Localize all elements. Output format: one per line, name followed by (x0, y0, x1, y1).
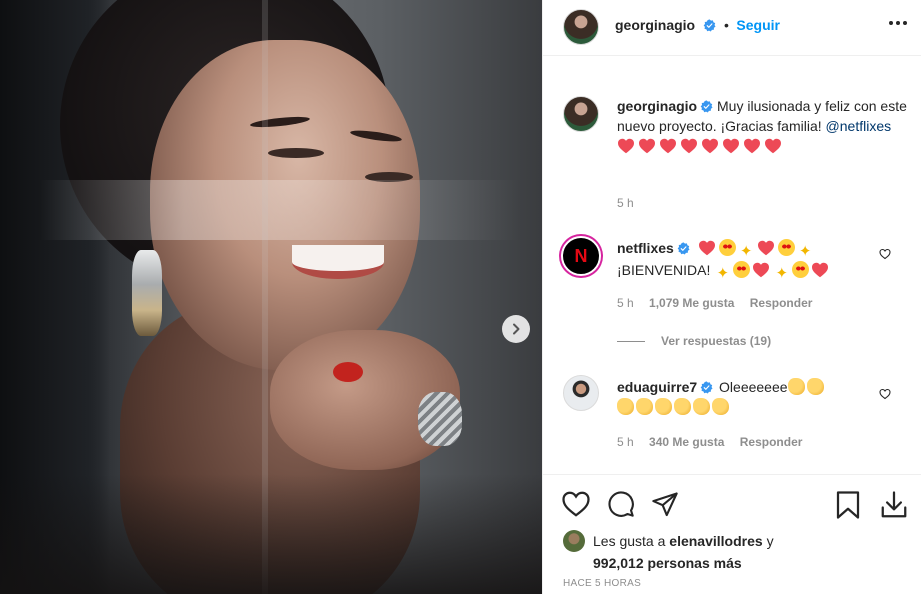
comment-icon[interactable] (607, 490, 635, 518)
photo-ring (418, 392, 462, 446)
eduaguirre-avatar[interactable] (563, 375, 599, 411)
emoji-clap-icon (655, 398, 672, 415)
caption-avatar[interactable] (563, 96, 599, 132)
emoji-heart-icon (698, 240, 719, 256)
emoji-clap-icon (712, 398, 729, 415)
emoji-clap-icon (617, 398, 634, 415)
liker-username[interactable]: elenavillodres (669, 533, 762, 549)
like-comment-heart-icon[interactable] (879, 388, 891, 400)
photo-eye-left (268, 148, 324, 158)
photo-bottom-shade (0, 474, 542, 594)
caption: georginagio Muy ilusionada y feliz con e… (617, 96, 907, 156)
emoji-clap-icon (787, 378, 805, 395)
emoji-heart-eyes-icon (777, 239, 795, 256)
reply-button[interactable]: Responder (740, 435, 803, 449)
comment-time: 5 h (617, 435, 634, 449)
emoji-sparkles-icon: ✦ (716, 265, 730, 282)
comment-likes[interactable]: 1,079 Me gusta (649, 296, 734, 310)
netflix-avatar[interactable]: N (561, 236, 601, 276)
emoji-heart-icon (681, 138, 697, 154)
emoji-heart-icon (660, 138, 676, 154)
caption-time: 5 h (617, 196, 634, 210)
caption-mention[interactable]: @netflixes (826, 118, 892, 134)
view-replies-button[interactable]: Ver respuestas (19) (617, 334, 771, 348)
comment-meta: 5 h 340 Me gusta Responder (617, 435, 802, 449)
emoji-heart-eyes-icon (733, 261, 751, 278)
emoji-heart-icon (639, 138, 655, 154)
more-options-icon[interactable] (888, 20, 908, 26)
likes-count[interactable]: 992,012 personas más (593, 555, 742, 571)
emoji-heart-icon (811, 262, 832, 278)
post-sidebar: georginagio • Seguir georginagio Muy ilu… (542, 0, 921, 594)
verified-badge-icon (703, 19, 716, 32)
likes-summary: Les gusta a elenavillodres y 992,012 per… (593, 530, 774, 574)
emoji-clap-icon (693, 398, 710, 415)
view-replies-label: Ver respuestas (19) (661, 334, 772, 348)
comment-username[interactable]: netflixes (617, 240, 674, 256)
likes-prefix: Les gusta a (593, 533, 666, 549)
emoji-heart-icon (744, 138, 760, 154)
author-line: georginagio • Seguir (615, 17, 780, 35)
follow-button[interactable]: Seguir (736, 17, 780, 33)
verified-badge-icon (700, 100, 713, 113)
comment-text: ¡BIENVENIDA! (617, 262, 711, 278)
comment-time: 5 h (617, 296, 634, 310)
bookmark-icon[interactable] (835, 490, 861, 520)
like-comment-heart-icon[interactable] (879, 248, 891, 260)
verified-badge-icon (677, 242, 690, 255)
likes-and: y (766, 533, 774, 549)
comment-username[interactable]: eduaguirre7 (617, 379, 697, 395)
comment-text: Oleeeeeee (719, 379, 788, 395)
share-icon[interactable] (651, 490, 679, 518)
emoji-heart-icon (765, 138, 781, 154)
emoji-clap-icon (806, 378, 824, 395)
caption-username[interactable]: georginagio (617, 98, 697, 114)
like-heart-icon[interactable] (561, 490, 591, 518)
photo-earring (132, 250, 162, 336)
photo-nail (333, 362, 363, 382)
next-photo-button[interactable] (502, 315, 530, 343)
liker-avatar[interactable] (563, 530, 585, 552)
header-dot: • (724, 17, 729, 33)
emoji-sparkles-icon: ✦ (798, 243, 812, 260)
post-timestamp: HACE 5 HORAS (563, 578, 642, 589)
download-icon[interactable] (879, 490, 909, 520)
emoji-heart-eyes-icon (718, 239, 736, 256)
post-photo[interactable] (0, 0, 542, 594)
replies-divider (617, 341, 645, 343)
author-avatar[interactable] (563, 9, 599, 45)
caption-hearts (617, 138, 785, 154)
comment-eduaguirre7: eduaguirre7 Oleeeeeee (617, 377, 877, 417)
emoji-heart-icon (618, 138, 634, 154)
author-username[interactable]: georginagio (615, 17, 695, 33)
emoji-heart-eyes-icon (792, 261, 810, 278)
photo-glare (40, 180, 520, 240)
post-header: georginagio • Seguir (543, 0, 921, 56)
emoji-heart-icon (757, 240, 778, 256)
comment-meta: 5 h 1,079 Me gusta Responder (617, 296, 812, 310)
reply-button[interactable]: Responder (750, 296, 813, 310)
emoji-clap-icon (674, 398, 691, 415)
next-arrow-icon (513, 323, 520, 335)
emoji-sparkles-icon: ✦ (739, 243, 753, 260)
emoji-heart-icon (702, 138, 718, 154)
photo-smile (292, 245, 384, 279)
comment-likes[interactable]: 340 Me gusta (649, 435, 724, 449)
comment-netflixes: netflixes ✦ ✦ ¡BIENVENIDA! ✦ ✦ (617, 238, 877, 282)
emoji-sparkles-icon: ✦ (775, 265, 789, 282)
verified-badge-icon (700, 381, 713, 394)
emoji-clap-icon (636, 398, 653, 415)
emoji-heart-icon (723, 138, 739, 154)
emoji-heart-icon (752, 262, 773, 278)
netflix-logo-icon: N (574, 245, 588, 266)
